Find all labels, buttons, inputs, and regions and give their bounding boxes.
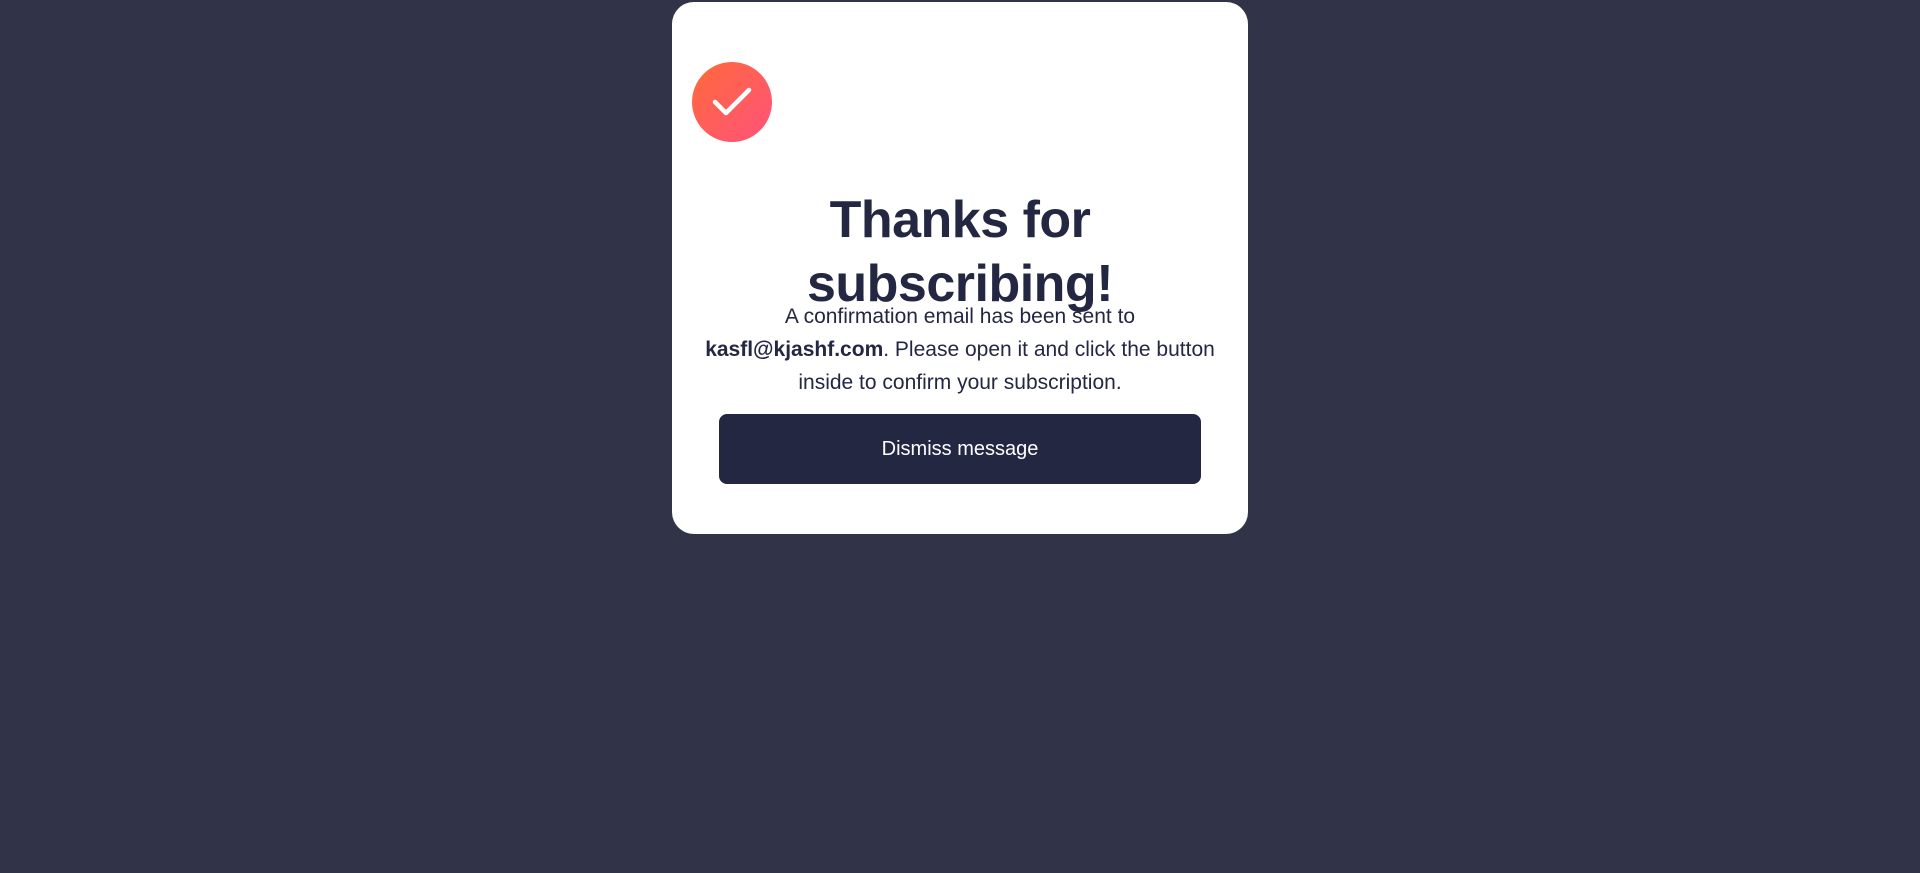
subscriber-email: kasfl@kjashf.com [705, 338, 884, 361]
success-card: Thanks for subscribing! A confirmation e… [672, 2, 1248, 534]
message-prefix: A confirmation email has been sent to [784, 305, 1136, 328]
success-badge [692, 62, 772, 142]
check-icon [712, 87, 752, 116]
page: Thanks for subscribing! A confirmation e… [0, 0, 1920, 873]
success-title: Thanks for subscribing! [806, 191, 1114, 313]
confirmation-message: A confirmation email has been sent to ka… [694, 300, 1226, 399]
dismiss-message-button[interactable]: Dismiss message [719, 414, 1201, 484]
